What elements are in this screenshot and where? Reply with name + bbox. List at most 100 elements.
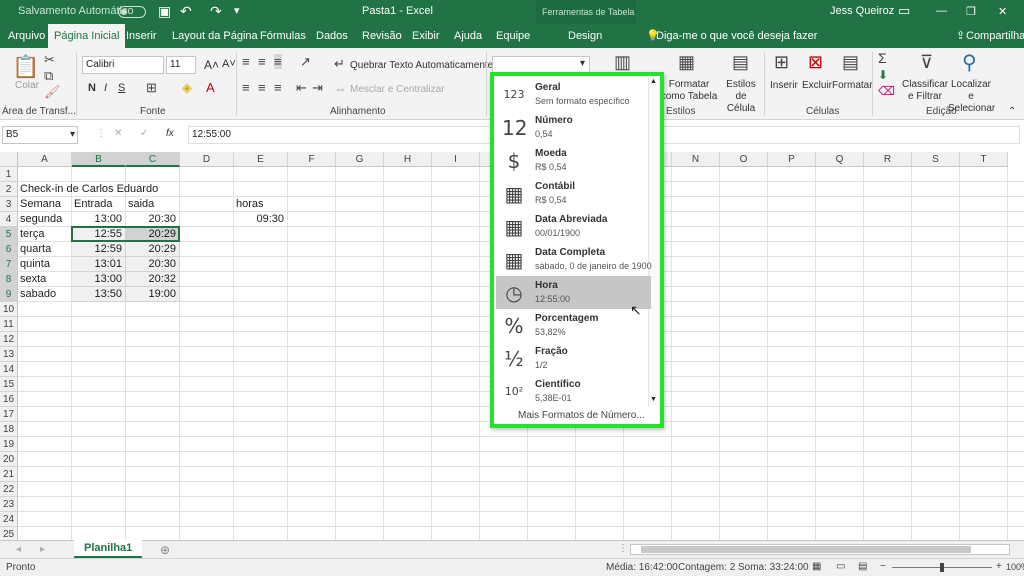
tab-team[interactable]: Equipe	[490, 24, 536, 48]
borders-icon[interactable]: ⊞	[146, 80, 157, 96]
row-header-14[interactable]: 14	[0, 362, 18, 377]
align-left-icon[interactable]: ≡	[242, 80, 250, 95]
align-center-icon[interactable]: ≡	[258, 80, 266, 95]
column-header-h[interactable]: H	[384, 152, 432, 167]
select-all-corner[interactable]	[0, 152, 18, 167]
chevron-down-icon[interactable]: ▾	[580, 58, 585, 69]
tab-split-handle[interactable]: ⋮	[618, 543, 628, 554]
redo-icon[interactable]: ↷	[210, 3, 222, 20]
format-as-table-button[interactable]: Formatar como Tabela	[658, 79, 720, 103]
number-format-item[interactable]: ½ Fração 1/2	[496, 342, 651, 375]
cell-b5[interactable]: 12:55	[74, 227, 124, 242]
save-icon[interactable]: ▣	[158, 3, 171, 20]
sort-filter-button[interactable]: Classificar e Filtrar	[902, 79, 948, 103]
cell-c6[interactable]: 20:29	[128, 242, 178, 257]
tab-insert[interactable]: Inserir	[120, 24, 163, 48]
paste-icon[interactable]: 📋	[12, 54, 39, 80]
zoom-level[interactable]: 100%	[1006, 562, 1024, 572]
number-format-item[interactable]: 123 Geral Sem formato específico	[496, 78, 651, 111]
column-header-b[interactable]: B	[72, 152, 126, 167]
row-header-15[interactable]: 15	[0, 377, 18, 392]
shrink-font-icon[interactable]: A˅	[222, 58, 236, 70]
cell-b3[interactable]: Entrada	[74, 197, 113, 212]
ribbon-display-icon[interactable]: ▭	[898, 3, 910, 19]
row-header-1[interactable]: 1	[0, 167, 18, 182]
zoom-slider[interactable]	[892, 563, 992, 572]
column-header-g[interactable]: G	[336, 152, 384, 167]
tell-me-search[interactable]: Diga-me o que você deseja fazer	[650, 24, 823, 48]
zoom-slider-thumb[interactable]	[940, 563, 944, 572]
user-name[interactable]: Jess Queiroz	[830, 5, 894, 17]
cell-a7[interactable]: quinta	[20, 257, 50, 272]
merge-icon[interactable]: ⇔	[334, 81, 347, 96]
horizontal-scrollbar[interactable]	[630, 544, 1010, 555]
cell-a8[interactable]: sexta	[20, 272, 46, 287]
row-header-10[interactable]: 10	[0, 302, 18, 317]
column-header-e[interactable]: E	[234, 152, 288, 167]
tab-data[interactable]: Dados	[310, 24, 354, 48]
zoom-in-icon[interactable]: +	[996, 561, 1002, 572]
cell-c8[interactable]: 20:32	[128, 272, 178, 287]
row-header-20[interactable]: 20	[0, 452, 18, 467]
insert-function-button[interactable]: fx	[166, 128, 174, 139]
cell-b7[interactable]: 13:01	[74, 257, 124, 272]
row-header-7[interactable]: 7	[0, 257, 18, 272]
align-middle-icon[interactable]: ≡	[258, 54, 266, 69]
cell-c5[interactable]: 20:29	[128, 227, 178, 242]
cell-a6[interactable]: quarta	[20, 242, 51, 257]
row-header-18[interactable]: 18	[0, 422, 18, 437]
sort-filter-icon[interactable]: ⊽	[920, 52, 933, 73]
cell-c4[interactable]: 20:30	[128, 212, 178, 227]
row-header-9[interactable]: 9	[0, 287, 18, 302]
autosum-icon[interactable]: Σ	[878, 50, 887, 66]
tab-file[interactable]: Arquivo	[2, 24, 51, 48]
row-header-21[interactable]: 21	[0, 467, 18, 482]
cancel-icon[interactable]: ✕	[114, 128, 122, 139]
cell-a4[interactable]: segunda	[20, 212, 62, 227]
zoom-out-icon[interactable]: −	[880, 561, 886, 572]
row-header-3[interactable]: 3	[0, 197, 18, 212]
orientation-icon[interactable]: ↗	[300, 54, 311, 70]
cell-b9[interactable]: 13:50	[74, 287, 124, 302]
row-header-6[interactable]: 6	[0, 242, 18, 257]
column-header-s[interactable]: S	[912, 152, 960, 167]
row-header-2[interactable]: 2	[0, 182, 18, 197]
delete-cells-button[interactable]: Excluir	[802, 80, 832, 91]
column-header-t[interactable]: T	[960, 152, 1008, 167]
fill-icon[interactable]: ⬇	[878, 68, 888, 82]
cell-b6[interactable]: 12:59	[74, 242, 124, 257]
autosave-toggle[interactable]	[118, 6, 146, 18]
italic-button[interactable]: I	[104, 82, 107, 94]
conditional-format-icon[interactable]: ▥	[614, 52, 631, 73]
format-cells-icon[interactable]: ▤	[842, 52, 859, 73]
quick-access-menu-icon[interactable]: ▾	[234, 4, 240, 17]
cell-b4[interactable]: 13:00	[74, 212, 124, 227]
align-top-icon[interactable]: ≡	[242, 54, 250, 69]
number-format-item[interactable]: ◷ Hora 12:55:00	[496, 276, 651, 309]
row-header-5[interactable]: 5	[0, 227, 18, 242]
format-table-icon[interactable]: ▦	[678, 52, 695, 73]
cell-styles-icon[interactable]: ▤	[732, 52, 749, 73]
merge-center-button[interactable]: Mesclar e Centralizar	[350, 84, 444, 95]
cell-e3[interactable]: horas	[236, 197, 264, 212]
row-header-22[interactable]: 22	[0, 482, 18, 497]
tab-page-layout[interactable]: Layout da Página	[166, 24, 264, 48]
delete-cells-icon[interactable]: ⊠	[808, 52, 823, 73]
column-header-r[interactable]: R	[864, 152, 912, 167]
number-format-item[interactable]: ▦ Contábil R$ 0,54	[496, 177, 651, 210]
column-header-i[interactable]: I	[432, 152, 480, 167]
tab-home[interactable]: Página Inicial	[48, 24, 126, 48]
close-icon[interactable]: ✕	[998, 5, 1007, 18]
chevron-down-icon[interactable]: ▾	[70, 129, 75, 140]
number-format-item[interactable]: % Porcentagem 53,82%	[496, 309, 651, 342]
prev-sheet-icon[interactable]: ◂	[16, 544, 21, 555]
cell-e4[interactable]: 09:30	[236, 212, 286, 227]
row-header-19[interactable]: 19	[0, 437, 18, 452]
find-icon[interactable]: ⚲	[962, 50, 977, 75]
cell-b8[interactable]: 13:00	[74, 272, 124, 287]
number-format-item[interactable]: 12 Número 0,54	[496, 111, 651, 144]
column-header-a[interactable]: A	[18, 152, 72, 167]
row-header-11[interactable]: 11	[0, 317, 18, 332]
page-break-view-icon[interactable]: ▤	[858, 561, 867, 572]
column-header-d[interactable]: D	[180, 152, 234, 167]
